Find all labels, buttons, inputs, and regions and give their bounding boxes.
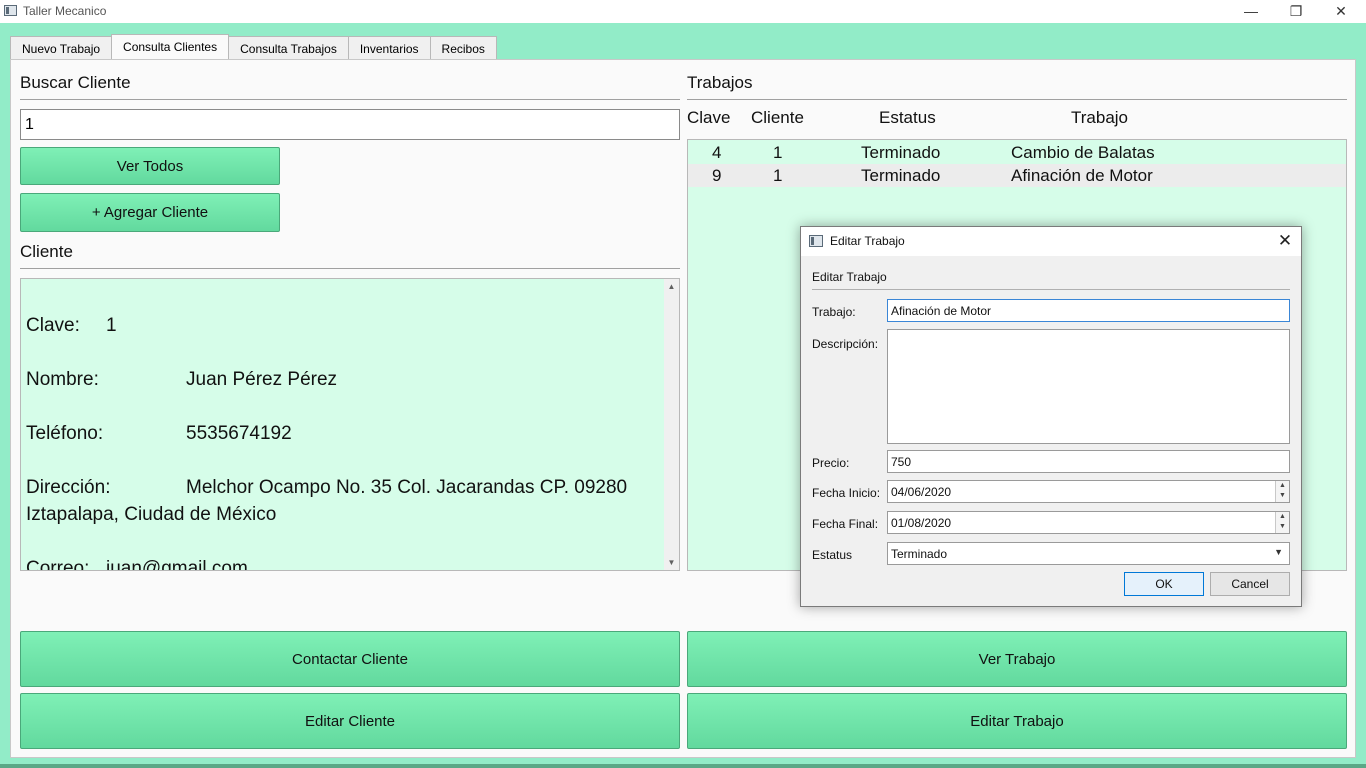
cell-trabajo: Afinación de Motor	[1011, 166, 1153, 185]
client-clave-row: Clave: 1	[26, 315, 117, 337]
jobs-divider	[687, 99, 1347, 100]
close-window-button[interactable]: ✕	[1318, 0, 1364, 23]
spin-down-icon[interactable]: ▼	[1276, 522, 1289, 532]
fecha-final-spinner[interactable]: ▲ ▼	[1275, 512, 1289, 533]
cell-trabajo: Cambio de Balatas	[1011, 143, 1155, 162]
tab-consulta-clientes[interactable]: Consulta Clientes	[111, 34, 230, 59]
window-titlebar: Taller Mecanico — ❐ ✕	[0, 0, 1366, 23]
fecha-final-input[interactable]: 01/08/2020 ▲ ▼	[887, 511, 1290, 534]
search-client-input[interactable]: 1	[20, 109, 680, 140]
client-telefono-row: Teléfono: 5535674192	[26, 423, 292, 445]
dialog-close-icon[interactable]: ✕	[1271, 230, 1299, 253]
cell-estatus: Terminado	[861, 166, 941, 185]
tab-nuevo-trabajo[interactable]: Nuevo Trabajo	[10, 36, 113, 59]
cell-cliente: 1	[773, 143, 783, 162]
chevron-down-icon[interactable]: ▼	[1274, 547, 1283, 557]
correo-label: Correo:	[26, 558, 90, 571]
dialog-title: Editar Trabajo	[830, 234, 905, 248]
spin-up-icon[interactable]: ▲	[1276, 512, 1289, 522]
trabajo-input[interactable]: Afinación de Motor	[887, 299, 1290, 322]
jobs-section-title: Trabajos	[687, 73, 753, 92]
direccion-label: Dirección:	[26, 477, 111, 498]
nombre-label: Nombre:	[26, 369, 99, 390]
tab-consulta-trabajos[interactable]: Consulta Trabajos	[228, 36, 349, 59]
precio-input[interactable]: 750	[887, 450, 1290, 473]
trabajo-label: Trabajo:	[812, 305, 856, 319]
ok-button[interactable]: OK	[1124, 572, 1204, 596]
app-window-icon	[4, 5, 17, 16]
fecha-inicio-value: 04/06/2020	[891, 485, 952, 499]
col-header-trabajo[interactable]: Trabajo	[1071, 108, 1128, 128]
col-header-estatus[interactable]: Estatus	[879, 108, 936, 128]
table-row[interactable]: 4 1 Terminado Cambio de Balatas	[688, 141, 1346, 164]
direccion-value-line2: Iztapalapa, Ciudad de México	[26, 504, 277, 525]
client-scrollbar[interactable]: ▲ ▼	[664, 279, 679, 570]
telefono-label: Teléfono:	[26, 423, 104, 444]
dialog-divider	[812, 289, 1290, 290]
descripcion-label: Descripción:	[812, 337, 879, 351]
spin-up-icon[interactable]: ▲	[1276, 481, 1289, 491]
minimize-button[interactable]: —	[1228, 0, 1274, 23]
clave-value: 1	[106, 315, 117, 336]
scroll-up-arrow-icon[interactable]: ▲	[664, 279, 679, 294]
estatus-label: Estatus	[812, 548, 853, 562]
search-section-title: Buscar Cliente	[20, 73, 131, 92]
fecha-inicio-spinner[interactable]: ▲ ▼	[1275, 481, 1289, 502]
direccion-value-line1: Melchor Ocampo No. 35 Col. Jacarandas CP…	[186, 477, 628, 498]
tab-inventarios[interactable]: Inventarios	[347, 36, 431, 59]
contactar-cliente-button[interactable]: Contactar Cliente	[20, 631, 680, 687]
estatus-select[interactable]: Terminado ▼	[887, 542, 1290, 565]
editar-trabajo-button[interactable]: Editar Trabajo	[687, 693, 1347, 749]
descripcion-textarea[interactable]	[887, 329, 1290, 444]
client-direccion-row: Dirección: Melchor Ocampo No. 35 Col. Ja…	[26, 477, 627, 499]
tab-bar: Nuevo Trabajo Consulta Clientes Consulta…	[10, 34, 497, 59]
fecha-final-value: 01/08/2020	[891, 516, 952, 530]
table-row[interactable]: 9 1 Terminado Afinación de Motor	[688, 164, 1346, 187]
cell-cliente: 1	[773, 166, 783, 185]
estatus-value: Terminado	[891, 547, 948, 561]
ver-trabajo-button[interactable]: Ver Trabajo	[687, 631, 1347, 687]
cell-estatus: Terminado	[861, 143, 941, 162]
agregar-cliente-button[interactable]: + Agregar Cliente	[20, 193, 280, 232]
dialog-titlebar[interactable]: Editar Trabajo ✕	[801, 227, 1301, 256]
clave-label: Clave:	[26, 315, 80, 336]
tab-recibos[interactable]: Recibos	[429, 36, 497, 59]
cell-clave: 9	[712, 166, 722, 185]
scroll-down-arrow-icon[interactable]: ▼	[664, 555, 679, 570]
scroll-thumb[interactable]	[666, 296, 677, 496]
correo-value: juan@gmail.com	[106, 558, 248, 571]
fecha-final-label: Fecha Final:	[812, 517, 879, 531]
client-nombre-row: Nombre: Juan Pérez Pérez	[26, 369, 337, 391]
client-section-title: Cliente	[20, 242, 73, 261]
spin-down-icon[interactable]: ▼	[1276, 491, 1289, 501]
maximize-button[interactable]: ❐	[1273, 0, 1319, 23]
editar-trabajo-dialog: Editar Trabajo ✕ Editar Trabajo Trabajo:…	[800, 226, 1302, 607]
fecha-inicio-input[interactable]: 04/06/2020 ▲ ▼	[887, 480, 1290, 503]
client-correo-row: Correo: juan@gmail.com	[26, 558, 248, 571]
dialog-heading: Editar Trabajo	[812, 270, 887, 284]
col-header-cliente[interactable]: Cliente	[751, 108, 804, 128]
nombre-value: Juan Pérez Pérez	[186, 369, 338, 390]
dialog-window-icon	[809, 235, 823, 247]
editar-cliente-button[interactable]: Editar Cliente	[20, 693, 680, 749]
search-divider	[20, 99, 680, 100]
precio-label: Precio:	[812, 456, 850, 470]
client-details-box[interactable]: Clave: 1 Nombre: Juan Pérez Pérez Teléfo…	[20, 278, 680, 571]
window-title: Taller Mecanico	[23, 4, 107, 18]
cell-clave: 4	[712, 143, 722, 162]
col-header-clave[interactable]: Clave	[687, 108, 730, 128]
fecha-inicio-label: Fecha Inicio:	[812, 486, 881, 500]
client-divider	[20, 268, 680, 269]
cancel-button[interactable]: Cancel	[1210, 572, 1290, 596]
telefono-value: 5535674192	[186, 423, 292, 444]
ver-todos-button[interactable]: Ver Todos	[20, 147, 280, 185]
bottom-strip	[0, 764, 1366, 768]
